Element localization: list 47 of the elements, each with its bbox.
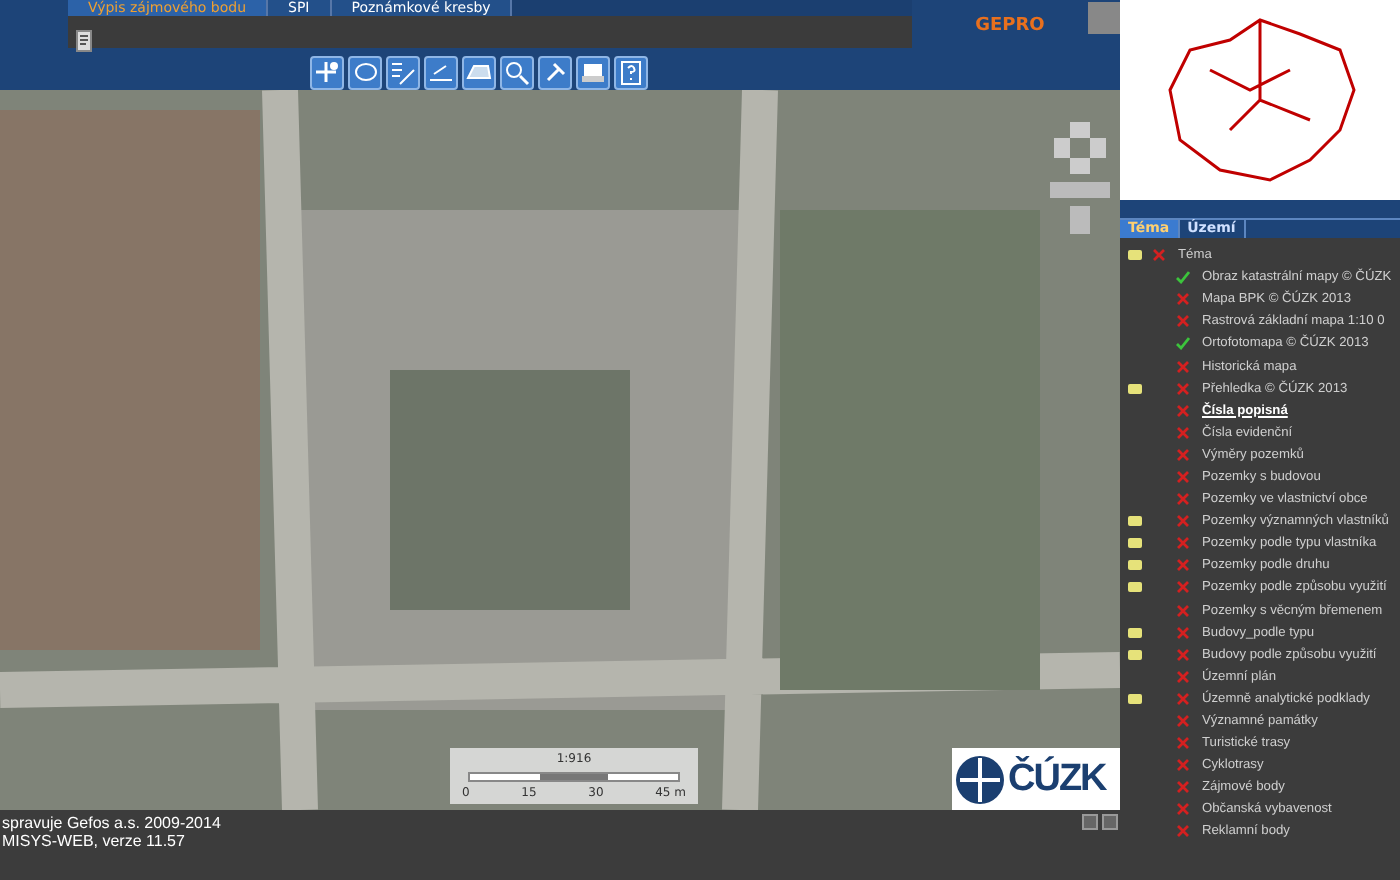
list-pencil-button[interactable] [385, 56, 419, 90]
lasso-button[interactable] [347, 56, 381, 90]
check-icon[interactable] [1176, 270, 1190, 285]
print-button[interactable] [575, 56, 609, 90]
cross-icon[interactable] [1176, 492, 1190, 507]
area-button[interactable] [461, 56, 495, 90]
cross-icon[interactable] [1176, 625, 1190, 640]
cross-icon[interactable] [1176, 381, 1190, 396]
cross-icon[interactable] [1176, 714, 1190, 729]
cross-icon[interactable] [1176, 736, 1190, 751]
lasso-icon [351, 60, 377, 86]
cross-icon[interactable] [1176, 314, 1190, 329]
cross-icon[interactable] [1176, 292, 1190, 307]
cross-icon[interactable] [1176, 802, 1190, 817]
cross-icon[interactable] [1176, 514, 1190, 529]
magnifier-icon [503, 60, 529, 86]
cross-icon[interactable] [1176, 425, 1190, 440]
check-icon[interactable] [1176, 336, 1190, 351]
help-button[interactable] [613, 56, 647, 90]
status-text: MISYS-WEB, verze 11.57 [2, 832, 187, 850]
cross-icon[interactable] [1176, 536, 1190, 551]
cross-icon[interactable] [1176, 780, 1190, 795]
logo-text: ČÚZK [1008, 757, 1106, 801]
status-text: spravuje Gefos a.s. 2009-2014 [2, 814, 223, 832]
cross-icon[interactable] [1176, 647, 1190, 662]
measure-icon [427, 60, 453, 86]
cross-icon[interactable] [1176, 758, 1190, 773]
measure-button[interactable] [423, 56, 457, 90]
cross-icon[interactable] [1176, 691, 1190, 706]
cross-icon[interactable] [1176, 669, 1190, 684]
cross-icon[interactable] [1176, 824, 1190, 839]
cross-icon[interactable] [1176, 558, 1190, 573]
cross-icon[interactable] [1176, 580, 1190, 595]
list-pencil-icon [389, 60, 415, 86]
document-icon[interactable] [76, 29, 92, 51]
cross-icon[interactable] [1176, 469, 1190, 484]
cross-icon[interactable] [1176, 447, 1190, 462]
point-icon [313, 60, 339, 86]
point-button[interactable] [309, 56, 343, 90]
magnifier-button[interactable] [499, 56, 533, 90]
logo: GEPRO [975, 16, 1045, 38]
print-icon [579, 60, 605, 86]
help-icon [617, 60, 643, 86]
cross-icon[interactable] [1176, 359, 1190, 374]
cross-icon[interactable] [1176, 603, 1190, 618]
cross-icon[interactable] [1176, 403, 1190, 418]
cross-icon[interactable] [1152, 248, 1166, 263]
